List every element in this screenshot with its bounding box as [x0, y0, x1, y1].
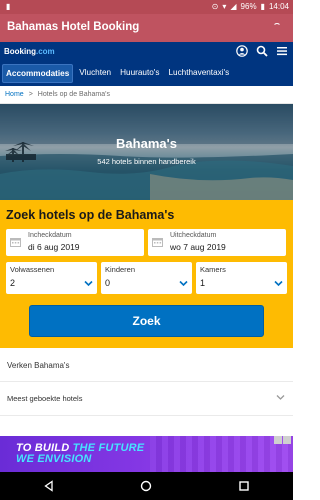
checkin-field[interactable]: Incheckdatum di 6 aug 2019	[6, 229, 144, 256]
hero-title: Bahama's	[116, 136, 177, 151]
nav-tabs: Accommodaties Vluchten Huurauto's Luchth…	[2, 64, 235, 83]
clock: 14:04	[268, 2, 289, 11]
menu-icon[interactable]	[275, 44, 289, 58]
loading-spinner-icon	[273, 23, 281, 31]
popular-hotels-section[interactable]: Meest geboekte hotels	[0, 382, 293, 416]
alarm-icon: ⊙	[211, 2, 219, 11]
tab-vluchten[interactable]: Vluchten	[76, 64, 114, 83]
recents-icon[interactable]	[237, 479, 251, 493]
children-label: Kinderen	[105, 265, 136, 274]
calendar-icon	[10, 238, 21, 247]
rooms-select[interactable]: Kamers 1	[196, 262, 287, 294]
battery-icon: ▮	[260, 2, 265, 11]
ad-text: TO BUILD THE FUTURE WE ENVISION	[16, 442, 145, 465]
breadcrumb-current: Hotels op de Bahama's	[37, 91, 110, 98]
signal-icon: ◢	[230, 2, 237, 11]
checkout-value: wo 7 aug 2019	[170, 242, 226, 252]
battery-percent: 96%	[240, 2, 257, 11]
booking-logo[interactable]: Booking.com	[4, 47, 55, 56]
calendar-icon	[152, 238, 163, 247]
wifi-icon: ▾	[222, 2, 227, 11]
search-title: Zoek hotels op de Bahama's	[6, 208, 175, 222]
search-button[interactable]: Zoek	[29, 305, 264, 337]
checkin-label: Incheckdatum	[28, 232, 72, 239]
adults-select[interactable]: Volwassenen 2	[6, 262, 97, 294]
system-nav-bar	[0, 472, 293, 500]
breadcrumb: Home > Hotels op de Bahama's	[0, 86, 293, 104]
chevron-down-icon	[274, 280, 283, 287]
checkin-value: di 6 aug 2019	[28, 242, 80, 252]
tab-huurautos[interactable]: Huurauto's	[117, 64, 162, 83]
breadcrumb-home-link[interactable]: Home	[5, 91, 24, 98]
children-select[interactable]: Kinderen 0	[101, 262, 192, 294]
search-icon[interactable]	[255, 44, 269, 58]
explore-label: Verken Bahama's	[7, 361, 70, 370]
rooms-value: 1	[200, 278, 206, 288]
popular-hotels-label: Meest geboekte hotels	[7, 394, 83, 403]
children-value: 0	[105, 278, 111, 288]
app-title: Bahamas Hotel Booking	[7, 21, 140, 33]
ad-choices-icon[interactable]	[274, 436, 291, 444]
adults-label: Volwassenen	[10, 265, 55, 274]
hero-subtitle: 542 hotels binnen handbereik	[97, 157, 196, 166]
adults-value: 2	[10, 278, 16, 288]
checkout-field[interactable]: Uitcheckdatum wo 7 aug 2019	[148, 229, 286, 256]
back-icon[interactable]	[42, 479, 56, 493]
home-icon[interactable]	[139, 479, 153, 493]
status-icons: ⊙ ▾ ◢ 96% ▮ 14:04	[212, 2, 289, 11]
ad-banner[interactable]: TO BUILD THE FUTURE WE ENVISION	[0, 436, 293, 472]
account-icon[interactable]	[235, 44, 249, 58]
chevron-down-icon	[276, 395, 285, 400]
chevron-down-icon	[179, 280, 188, 287]
chevron-down-icon	[84, 280, 93, 287]
search-panel: Zoek hotels op de Bahama's Incheckdatum …	[0, 200, 293, 348]
booking-header: Booking.com Accommodaties Vluchten Huura…	[0, 42, 293, 86]
explore-section[interactable]: Verken Bahama's	[0, 348, 293, 382]
hero-banner: Bahama's 542 hotels binnen handbereik	[0, 104, 293, 200]
status-bar: ▮ ⊙ ▾ ◢ 96% ▮ 14:04	[0, 0, 293, 14]
app-bar: Bahamas Hotel Booking	[0, 14, 293, 42]
tab-luchthaventaxis[interactable]: Luchthaventaxi's	[165, 64, 232, 83]
tab-accommodaties[interactable]: Accommodaties	[2, 64, 74, 83]
notification-icon: ▮	[6, 2, 11, 11]
checkout-label: Uitcheckdatum	[170, 232, 217, 239]
breadcrumb-separator: >	[28, 91, 33, 98]
rooms-label: Kamers	[200, 265, 226, 274]
